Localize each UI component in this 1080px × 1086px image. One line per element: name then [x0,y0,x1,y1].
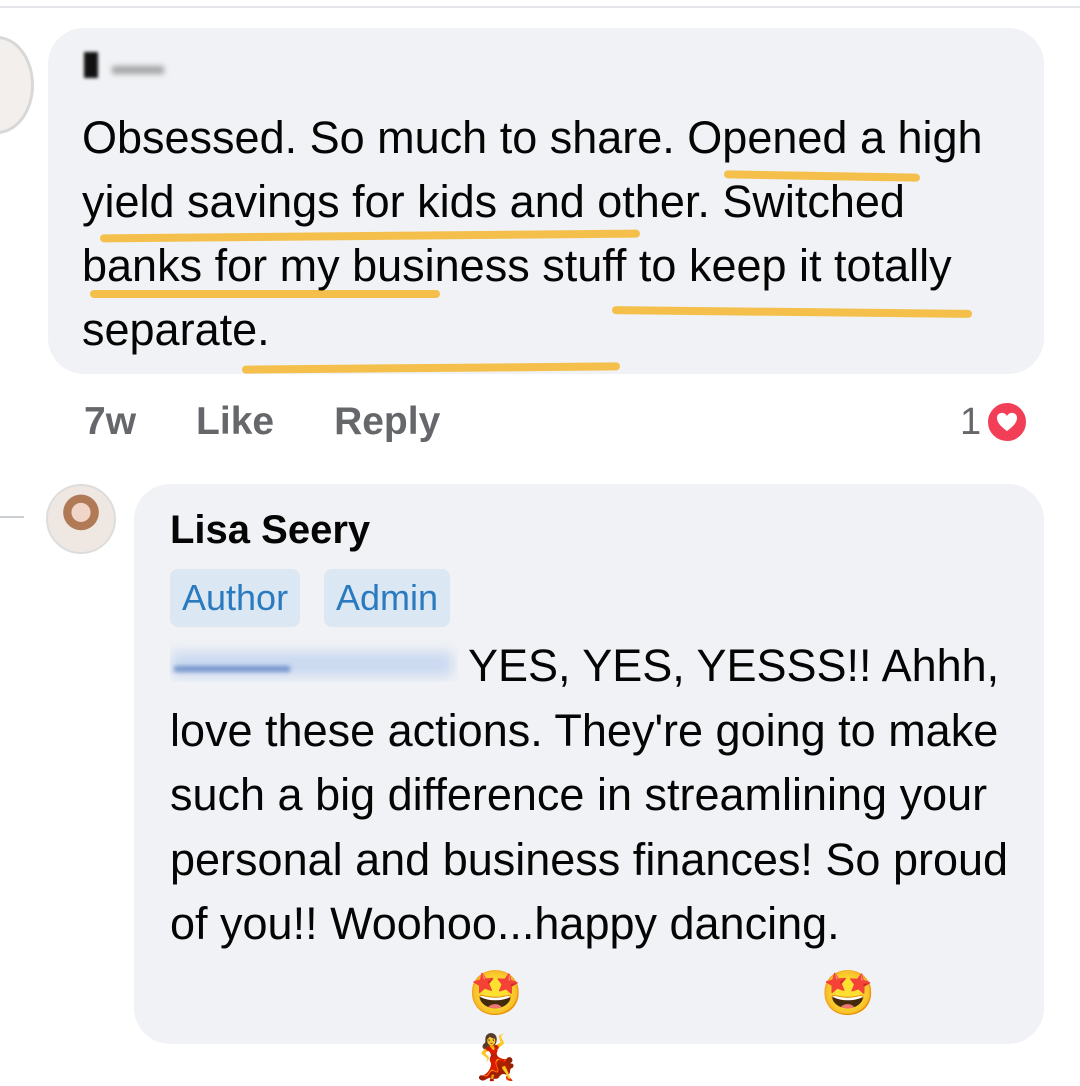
commenter-name-redacted [84,52,98,78]
commenter-name-redacted-tail [112,66,164,74]
top-divider [0,6,1080,8]
heart-icon [985,400,1030,444]
dancer-emoji-icon: 💃 [468,1033,523,1082]
reaction-summary[interactable]: 1 [960,400,1030,444]
reply-button[interactable]: Reply [334,400,440,444]
reply-author-avatar[interactable] [46,484,116,554]
reply-author-name[interactable]: Lisa Seery [170,508,370,553]
reply-text: YES, YES, YESSS!! Ahhh, love these actio… [170,634,1030,1086]
like-button[interactable]: Like [196,400,274,444]
commenter-avatar[interactable] [0,36,34,134]
star-struck-emoji-icon: 🤩 [468,968,523,1018]
comment-timestamp[interactable]: 7w [84,400,136,444]
reply-text-content: YES, YES, YESSS!! Ahhh, love these actio… [170,640,1009,949]
admin-badge: Admin [324,569,451,627]
star-struck-emoji-icon: 🤩 [820,968,876,1018]
comment-actions: 7w Like Reply [84,398,500,446]
author-badge: Author [170,569,301,627]
reply-thread-line [0,516,24,518]
reaction-count: 1 [960,400,982,443]
comment-text: Obsessed. So much to share. Opened a hig… [82,112,983,355]
